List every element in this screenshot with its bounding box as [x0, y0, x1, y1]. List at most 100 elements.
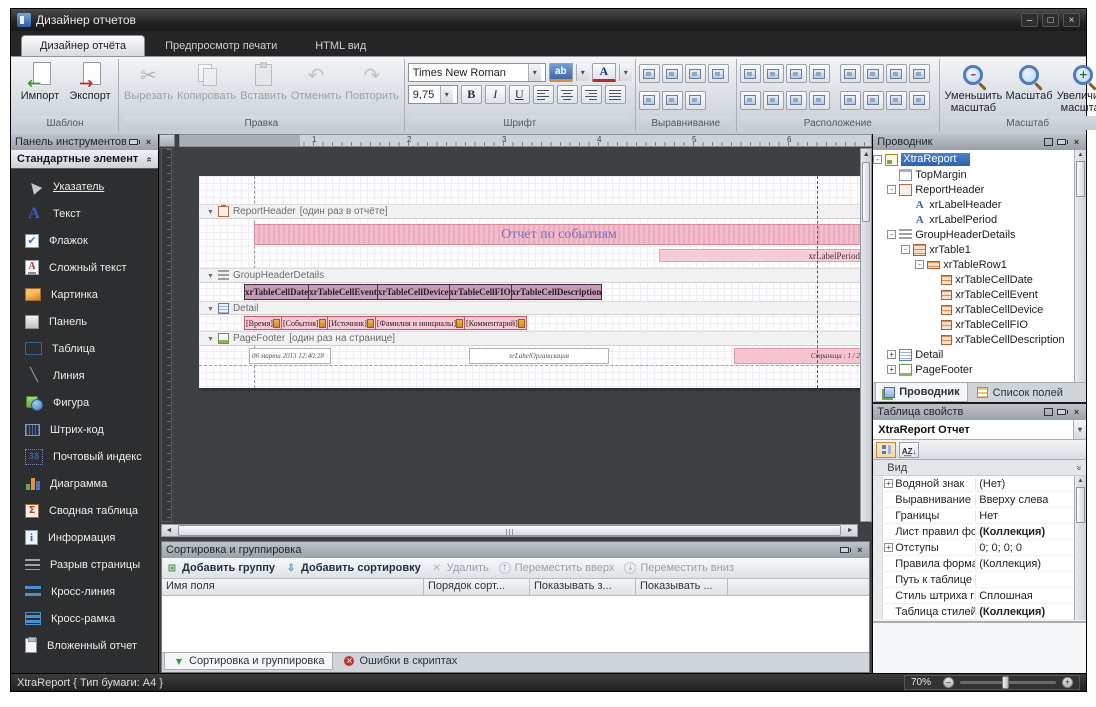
- toolbox-item[interactable]: Фигура: [11, 389, 158, 416]
- property-expander[interactable]: [884, 607, 893, 616]
- explorer-tab[interactable]: Проводник: [875, 383, 967, 402]
- property-row[interactable]: Правила форма (Коллекция): [873, 556, 1086, 572]
- sorting-toolbar-button[interactable]: Переместить вверх: [499, 562, 615, 574]
- chevron-down-icon[interactable]: ▾: [440, 86, 453, 103]
- data-binding-tag-icon[interactable]: [456, 319, 463, 328]
- toolbox-item[interactable]: Почтовый индекс: [11, 443, 158, 470]
- column-header[interactable]: Показывать з...: [530, 579, 636, 595]
- chevron-down-icon[interactable]: ▾: [528, 64, 541, 81]
- footer-organization-label[interactable]: xrLabelОрганизация: [469, 348, 609, 364]
- toolbox-item[interactable]: Картинка: [11, 281, 158, 308]
- tree-expander[interactable]: -: [873, 155, 882, 164]
- tree-expander[interactable]: -: [887, 185, 896, 194]
- toolbox-item[interactable]: Панель: [11, 308, 158, 335]
- table-header-cell[interactable]: xrTableCellEvent: [309, 284, 378, 300]
- tree-node[interactable]: - XtraReport: [873, 152, 1086, 167]
- pin-icon[interactable]: [1057, 407, 1068, 418]
- band-collapse-icon[interactable]: [207, 270, 214, 281]
- ribbon-button[interactable]: Уменьшить масштаб: [943, 60, 1004, 114]
- ribbon-button[interactable]: Вырезать: [122, 60, 175, 102]
- property-expander[interactable]: [884, 511, 893, 520]
- properties-vertical-scrollbar[interactable]: ▲: [1074, 476, 1086, 620]
- property-expander[interactable]: +: [884, 543, 893, 552]
- chevron-down-icon[interactable]: ▾: [576, 64, 589, 81]
- close-button[interactable]: [1063, 13, 1080, 27]
- tree-expander[interactable]: +: [887, 350, 896, 359]
- ribbon-button[interactable]: Повторить: [343, 60, 401, 102]
- toolbox-item[interactable]: Кросс-рамка: [11, 605, 158, 632]
- sorting-toolbar-button[interactable]: Удалить: [431, 562, 489, 574]
- toolbox-item[interactable]: Информация: [11, 524, 158, 551]
- tree-node[interactable]: xrTableCellDate: [873, 272, 1086, 287]
- align-lefts-icon[interactable]: [662, 64, 683, 83]
- align-middles-icon[interactable]: [662, 91, 683, 110]
- data-binding-tag-icon[interactable]: [319, 319, 326, 328]
- same-height-icon[interactable]: [763, 64, 784, 83]
- pin-icon[interactable]: [129, 137, 140, 148]
- alphabetical-sort-button[interactable]: [899, 442, 919, 458]
- tree-node[interactable]: xrLabelHeader: [873, 197, 1086, 212]
- maximize-button[interactable]: [1042, 13, 1059, 27]
- main-tab[interactable]: Дизайнер отчёта: [21, 35, 145, 56]
- sorting-toolbar-button[interactable]: Добавить сортировку: [285, 562, 421, 574]
- property-expander[interactable]: +: [884, 479, 893, 488]
- property-expander[interactable]: [884, 527, 893, 536]
- equal-v-spacing-icon[interactable]: [740, 91, 761, 110]
- center-horizontally-icon[interactable]: [840, 91, 861, 110]
- tree-node[interactable]: xrTableCellDescription: [873, 332, 1086, 347]
- property-expander[interactable]: [884, 495, 893, 504]
- scroll-left-icon[interactable]: ◄: [162, 525, 176, 536]
- toolbox-item[interactable]: Кросс-линия: [11, 578, 158, 605]
- scroll-thumb[interactable]: [178, 525, 841, 536]
- property-category[interactable]: Вид »: [873, 460, 1086, 476]
- align-bottoms-icon[interactable]: [685, 91, 706, 110]
- bottom-panel-tab[interactable]: Ошибки в скриптах: [335, 653, 465, 669]
- same-width-icon[interactable]: [740, 64, 761, 83]
- tree-node[interactable]: + PageFooter: [873, 362, 1086, 377]
- tree-node[interactable]: TopMargin: [873, 167, 1086, 182]
- period-label[interactable]: xrLabelPeriod: [659, 249, 864, 262]
- center-vertically-icon[interactable]: [863, 91, 884, 110]
- toolbox-item[interactable]: Вложенный отчет: [11, 632, 158, 659]
- data-binding-tag-icon[interactable]: [367, 319, 374, 328]
- tree-expander[interactable]: +: [887, 365, 896, 374]
- detail-cell[interactable]: [Время]: [244, 316, 282, 330]
- bottom-panel-tab[interactable]: Сортировка и группировка: [164, 653, 333, 670]
- report-header-band[interactable]: ReportHeader [один раз в отчёте]: [199, 204, 864, 219]
- chevron-down-icon[interactable]: ▾: [619, 64, 632, 81]
- toolbox-item[interactable]: Таблица: [11, 335, 158, 362]
- decrease-h-spacing-icon[interactable]: [886, 64, 907, 83]
- property-row[interactable]: Стиль штриха г Сплошная: [873, 588, 1086, 604]
- chevron-down-icon[interactable]: ▾: [1073, 420, 1086, 439]
- tree-node[interactable]: - xrTableRow1: [873, 257, 1086, 272]
- same-size-icon[interactable]: [786, 64, 807, 83]
- table-header-cell[interactable]: xrTableCellDescription: [512, 284, 603, 300]
- increase-v-spacing-icon[interactable]: [763, 91, 784, 110]
- toolbox-item[interactable]: Сводная таблица: [11, 497, 158, 524]
- font-name-combo[interactable]: Times New Roman ▾: [408, 63, 546, 82]
- float-icon[interactable]: [1043, 137, 1054, 148]
- tree-node[interactable]: - xrTable1: [873, 242, 1086, 257]
- canvas-vertical-scrollbar[interactable]: ▲: [860, 148, 872, 522]
- bring-to-front-icon[interactable]: [886, 91, 907, 110]
- decrease-v-spacing-icon[interactable]: [786, 91, 807, 110]
- align-centers-icon[interactable]: [685, 64, 706, 83]
- property-expander[interactable]: [884, 575, 893, 584]
- property-expander[interactable]: [884, 591, 893, 600]
- ribbon-button[interactable]: Импорт: [15, 60, 65, 102]
- toolbox-item[interactable]: Текст: [11, 200, 158, 227]
- tree-expander[interactable]: -: [915, 260, 924, 269]
- band-collapse-icon[interactable]: [207, 333, 214, 344]
- detail-cell[interactable]: [События]: [282, 316, 328, 330]
- toolbox-item[interactable]: Сложный текст: [11, 254, 158, 281]
- property-row[interactable]: + Отступы 0; 0; 0; 0: [873, 540, 1086, 556]
- table-header-cell[interactable]: xrTableCellDate: [244, 284, 309, 300]
- highlight-color-button[interactable]: ab: [549, 63, 573, 82]
- toolbox-item[interactable]: Указатель: [11, 173, 158, 200]
- align-tops-icon[interactable]: [639, 91, 660, 110]
- column-header[interactable]: Показывать ...: [636, 579, 728, 595]
- footer-date-label[interactable]: 06 марта 2013 12:40:28: [249, 348, 331, 364]
- scroll-up-icon[interactable]: ▲: [1075, 476, 1086, 486]
- tree-node[interactable]: xrTableCellEvent: [873, 287, 1086, 302]
- property-row[interactable]: Выравнивание Вверху слева: [873, 492, 1086, 508]
